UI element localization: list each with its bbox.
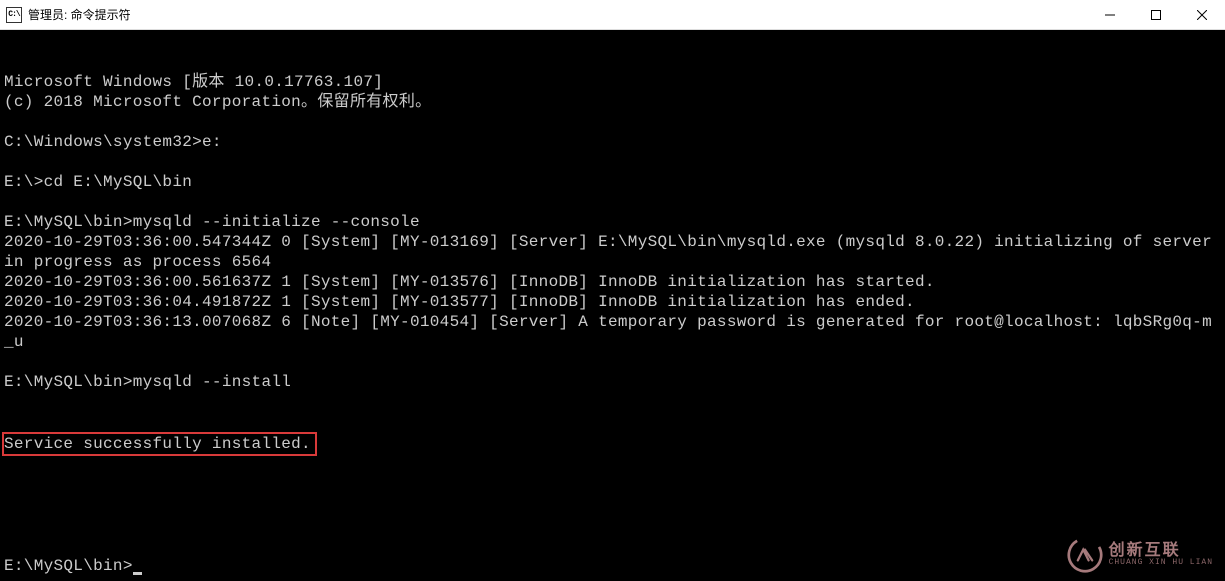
- terminal-line: C:\Windows\system32>e:: [4, 132, 1221, 152]
- current-prompt: E:\MySQL\bin>: [4, 556, 1221, 576]
- terminal-line: 2020-10-29T03:36:04.491872Z 1 [System] […: [4, 292, 1221, 312]
- cmd-icon: C:\: [6, 7, 22, 23]
- terminal-line: [4, 112, 1221, 132]
- terminal-line: (c) 2018 Microsoft Corporation。保留所有权利。: [4, 92, 1221, 112]
- terminal-line: [4, 152, 1221, 172]
- watermark-text-cn: 创新互联: [1109, 542, 1213, 560]
- terminal-line: 2020-10-29T03:36:13.007068Z 6 [Note] [MY…: [4, 312, 1221, 352]
- terminal-line: E:\>cd E:\MySQL\bin: [4, 172, 1221, 192]
- close-button[interactable]: [1179, 0, 1225, 29]
- terminal-line: E:\MySQL\bin>mysqld --install: [4, 372, 1221, 392]
- window-title: 管理员: 命令提示符: [28, 6, 1087, 23]
- terminal-line: Microsoft Windows [版本 10.0.17763.107]: [4, 72, 1221, 92]
- terminal-line: 2020-10-29T03:36:00.561637Z 1 [System] […: [4, 272, 1221, 292]
- terminal-line: E:\MySQL\bin>mysqld --initialize --conso…: [4, 212, 1221, 232]
- cursor: [133, 572, 142, 575]
- watermark: 创新互联 CHUANG XIN HU LIAN: [1067, 537, 1213, 573]
- maximize-button[interactable]: [1133, 0, 1179, 29]
- terminal-line: [4, 352, 1221, 372]
- highlighted-output: Service successfully installed.: [2, 432, 317, 456]
- titlebar: C:\ 管理员: 命令提示符: [0, 0, 1225, 30]
- minimize-button[interactable]: [1087, 0, 1133, 29]
- terminal-line: 2020-10-29T03:36:00.547344Z 0 [System] […: [4, 232, 1221, 272]
- watermark-logo-icon: [1067, 537, 1103, 573]
- watermark-text-en: CHUANG XIN HU LIAN: [1109, 559, 1213, 568]
- terminal-blank: [4, 496, 1221, 516]
- terminal-output[interactable]: Microsoft Windows [版本 10.0.17763.107](c)…: [0, 30, 1225, 581]
- terminal-line: [4, 192, 1221, 212]
- window-controls: [1087, 0, 1225, 29]
